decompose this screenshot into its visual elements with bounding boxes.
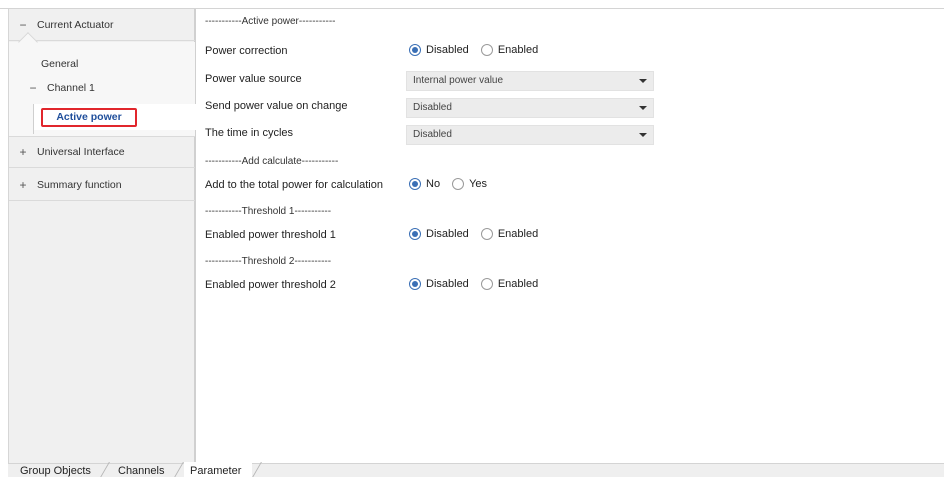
send-power-value-label: Send power value on change (205, 100, 348, 112)
section-header-threshold-2: -----------Threshold 2----------- (205, 256, 332, 267)
radio-enabled[interactable] (480, 278, 493, 290)
radio-label: No (426, 178, 441, 190)
threshold2-radio-group: Disabled Enabled (409, 278, 538, 290)
send-power-value-select[interactable]: Disabled (406, 98, 654, 118)
power-correction-radio-group: Disabled Enabled (409, 44, 538, 56)
radio-no[interactable] (409, 178, 421, 190)
threshold1-label: Enabled power threshold 1 (205, 229, 336, 241)
parameter-panel: -----------Active power----------- Power… (196, 9, 944, 463)
radio-enabled[interactable] (480, 44, 493, 56)
select-value: Disabled (413, 102, 452, 113)
radio-disabled[interactable] (409, 44, 421, 56)
section-header-add-calculate: -----------Add calculate----------- (205, 156, 339, 167)
power-value-source-select[interactable]: Internal power value (406, 71, 654, 91)
expand-icon[interactable]: + (17, 178, 29, 192)
expand-icon[interactable]: + (17, 145, 29, 159)
radio-label: Enabled (497, 44, 539, 56)
radio-label: Disabled (426, 44, 469, 56)
add-total-radio-group: No Yes (409, 178, 487, 190)
select-value: Disabled (413, 129, 452, 140)
radio-label: Enabled (497, 278, 539, 290)
tree-item-summary-function[interactable]: + Summary function (9, 169, 195, 201)
radio-label: Enabled (497, 228, 539, 240)
tree-item-current-actuator[interactable]: − Current Actuator (9, 9, 195, 41)
radio-disabled[interactable] (409, 278, 421, 290)
power-value-source-label: Power value source (205, 73, 302, 85)
time-in-cycles-select[interactable]: Disabled (406, 125, 654, 145)
collapse-icon[interactable]: − (27, 81, 39, 95)
collapse-icon[interactable]: − (17, 18, 29, 32)
chevron-down-icon (639, 106, 647, 110)
time-in-cycles-label: The time in cycles (205, 127, 294, 139)
radio-label: Yes (469, 178, 488, 190)
tab-group-objects[interactable]: Group Objects (20, 465, 91, 477)
tree-item-label: General (41, 58, 79, 70)
radio-label: Disabled (426, 278, 469, 290)
tab-parameter[interactable]: Parameter (190, 465, 241, 477)
tree-guide-line (33, 104, 34, 134)
power-correction-label: Power correction (205, 45, 288, 57)
radio-yes[interactable] (452, 178, 465, 190)
tree-item-channel-1[interactable]: − Channel 1 (9, 75, 195, 101)
tree-item-label: Universal Interface (37, 146, 125, 158)
threshold2-label: Enabled power threshold 2 (205, 279, 336, 291)
add-total-label: Add to the total power for calculation (205, 179, 383, 191)
chevron-down-icon (639, 133, 647, 137)
section-header-threshold-1: -----------Threshold 1----------- (205, 206, 332, 217)
tree-item-label: Summary function (37, 178, 122, 191)
tree-item-label: Channel 1 (47, 82, 95, 94)
section-header-active-power: -----------Active power----------- (205, 16, 336, 27)
tree-item-active-power[interactable]: Active power (41, 108, 137, 127)
radio-label: Disabled (426, 228, 469, 240)
select-value: Internal power value (413, 75, 504, 86)
tree-item-universal-interface[interactable]: + Universal Interface (9, 136, 195, 168)
threshold1-radio-group: Disabled Enabled (409, 228, 538, 240)
radio-disabled[interactable] (409, 228, 421, 240)
radio-enabled[interactable] (480, 228, 493, 240)
chevron-down-icon (639, 79, 647, 83)
sidebar-tree: − Current Actuator General − Channel 1 A… (8, 9, 203, 463)
tree-item-label: Current Actuator (37, 18, 114, 31)
tab-channels[interactable]: Channels (118, 465, 164, 477)
